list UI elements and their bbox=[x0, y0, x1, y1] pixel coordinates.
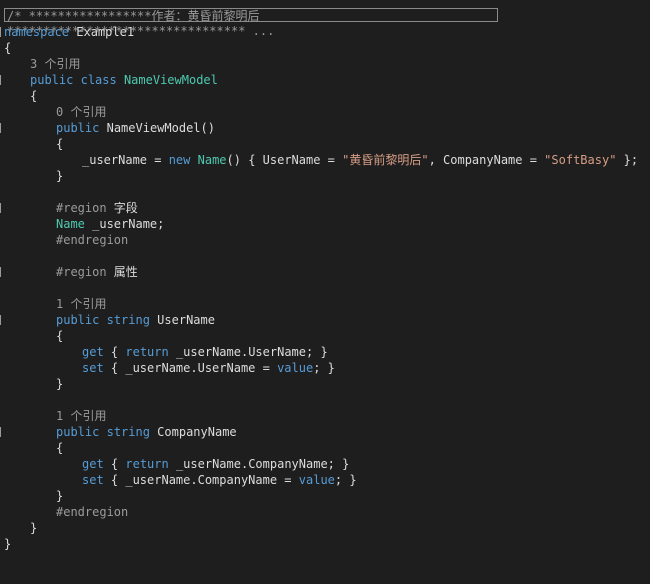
keyword-get: get bbox=[82, 457, 104, 471]
code-line-ctor[interactable]: public NameViewModel() bbox=[0, 120, 215, 136]
outline-marker[interactable] bbox=[0, 203, 1, 213]
code-line-class[interactable]: public class NameViewModel bbox=[0, 72, 218, 88]
keyword-class: class bbox=[80, 73, 117, 87]
region-label-fields: 字段 bbox=[106, 201, 138, 215]
class-name: NameViewModel bbox=[123, 73, 218, 87]
get-body: _userName.UserName; } bbox=[168, 345, 328, 359]
keyword-get: get bbox=[82, 345, 104, 359]
code-line-brace[interactable]: } bbox=[0, 168, 63, 184]
assign-start: _userName = bbox=[82, 153, 169, 167]
keyword-public: public bbox=[56, 313, 100, 327]
codelens-ref1[interactable]: 1 个引用 bbox=[56, 408, 106, 424]
init-mid1: () { UserName = bbox=[226, 153, 343, 167]
code-line-field[interactable]: Name _userName; bbox=[0, 216, 164, 232]
keyword-set: set bbox=[82, 361, 104, 375]
set-end: ; } bbox=[334, 473, 357, 487]
code-line-endregion[interactable]: #endregion bbox=[0, 504, 128, 520]
keyword-namespace: namespace bbox=[4, 25, 70, 39]
keyword-return: return bbox=[125, 457, 169, 471]
init-end: }; bbox=[616, 153, 639, 167]
endregion-directive: #endregion bbox=[56, 233, 129, 247]
type-name: Name bbox=[197, 153, 227, 167]
keyword-string: string bbox=[106, 425, 150, 439]
codelens-ref0[interactable]: 0 个引用 bbox=[56, 104, 106, 120]
code-line-brace[interactable]: { bbox=[0, 136, 63, 152]
brace-text: { bbox=[56, 441, 64, 455]
outline-marker[interactable] bbox=[0, 123, 1, 133]
code-line-brace[interactable]: } bbox=[0, 488, 63, 504]
code-line-prop-company[interactable]: public string CompanyName bbox=[0, 424, 237, 440]
code-editor[interactable]: /* *****************作者：黄昏前黎明后***********… bbox=[0, 0, 650, 557]
brace-text: } bbox=[56, 377, 64, 391]
string-company: "SoftBasy" bbox=[544, 153, 617, 167]
region-label-properties: 属性 bbox=[106, 265, 138, 279]
keyword-value: value bbox=[298, 473, 335, 487]
code-line-prop-username[interactable]: public string UserName bbox=[0, 312, 215, 328]
keyword-value: value bbox=[277, 361, 314, 375]
brace-text: { bbox=[56, 137, 64, 151]
codelens-ref[interactable]: 1 个引用 bbox=[0, 408, 106, 424]
endregion-directive: #endregion bbox=[56, 505, 129, 519]
prop-name: UserName bbox=[149, 313, 215, 327]
brace-text: } bbox=[56, 489, 64, 503]
code-line-set-company[interactable]: set { _userName.CompanyName = value; } bbox=[0, 472, 357, 488]
ctor-name: NameViewModel bbox=[106, 121, 201, 135]
code-line-assign[interactable]: _userName = new Name() { UserName = "黄昏前… bbox=[0, 152, 638, 168]
keyword-public: public bbox=[56, 121, 100, 135]
brace-text: } bbox=[30, 521, 38, 535]
outline-marker[interactable] bbox=[0, 315, 1, 325]
keyword-return: return bbox=[125, 345, 169, 359]
outline-marker[interactable] bbox=[0, 267, 1, 277]
string-username: "黄昏前黎明后" bbox=[342, 153, 429, 167]
code-line-region[interactable]: #region 属性 bbox=[0, 264, 138, 280]
ctor-parens: () bbox=[200, 121, 215, 135]
get-open: { bbox=[103, 345, 126, 359]
codelens-ref[interactable]: 0 个引用 bbox=[0, 104, 106, 120]
code-line-endregion[interactable]: #endregion bbox=[0, 232, 128, 248]
code-line-brace[interactable]: } bbox=[0, 376, 63, 392]
code-line-brace[interactable]: { bbox=[0, 40, 29, 56]
codelens-ref3[interactable]: 3 个引用 bbox=[30, 56, 80, 72]
brace-text: { bbox=[30, 89, 38, 103]
prop-name: CompanyName bbox=[149, 425, 237, 439]
namespace-name: Example1 bbox=[69, 25, 135, 39]
code-line-namespace[interactable]: namespace Example1 bbox=[0, 24, 134, 40]
get-open: { bbox=[103, 457, 126, 471]
codelens-ref1[interactable]: 1 个引用 bbox=[56, 296, 106, 312]
code-line-set-username[interactable]: set { _userName.UserName = value; } bbox=[0, 360, 335, 376]
outline-marker[interactable] bbox=[0, 75, 1, 85]
set-body: { _userName.CompanyName = bbox=[103, 473, 299, 487]
codelens-ref[interactable]: 1 个引用 bbox=[0, 296, 106, 312]
outline-marker[interactable] bbox=[0, 27, 1, 37]
outline-marker[interactable] bbox=[0, 427, 1, 437]
code-line-get-company[interactable]: get { return _userName.CompanyName; } bbox=[0, 456, 349, 472]
region-directive: #region bbox=[56, 265, 107, 279]
set-body: { _userName.UserName = bbox=[103, 361, 278, 375]
brace-text: { bbox=[56, 329, 64, 343]
code-line-region[interactable]: #region 字段 bbox=[0, 200, 138, 216]
brace-text: } bbox=[4, 537, 12, 551]
region-directive: #region bbox=[56, 201, 107, 215]
set-end: ; } bbox=[313, 361, 335, 375]
keyword-set: set bbox=[82, 473, 104, 487]
keyword-new: new bbox=[168, 153, 191, 167]
field-type: Name bbox=[56, 217, 85, 231]
codelens-ref[interactable]: 3 个引用 bbox=[0, 56, 80, 72]
keyword-public: public bbox=[30, 73, 74, 87]
code-line-brace[interactable]: { bbox=[0, 440, 63, 456]
collapsed-comment-region[interactable]: /* *****************作者：黄昏前黎明后***********… bbox=[4, 8, 498, 38]
code-line-brace[interactable]: { bbox=[0, 328, 63, 344]
brace-text: } bbox=[56, 169, 64, 183]
keyword-public: public bbox=[56, 425, 100, 439]
code-line-brace[interactable]: { bbox=[0, 88, 37, 104]
init-mid2: , CompanyName = bbox=[428, 153, 545, 167]
keyword-string: string bbox=[106, 313, 150, 327]
get-body: _userName.CompanyName; } bbox=[168, 457, 350, 471]
field-name: _userName; bbox=[84, 217, 165, 231]
code-line-brace[interactable]: } bbox=[0, 520, 37, 536]
code-line-get-username[interactable]: get { return _userName.UserName; } bbox=[0, 344, 328, 360]
brace-text: { bbox=[4, 41, 12, 55]
code-line-brace[interactable]: } bbox=[0, 536, 29, 552]
